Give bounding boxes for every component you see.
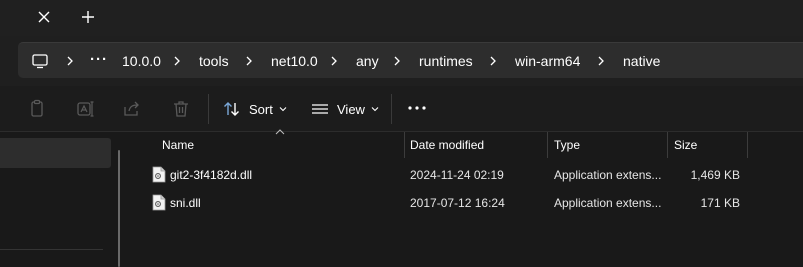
file-name: sni.dll xyxy=(170,196,201,210)
file-date: 2017-07-12 16:24 xyxy=(410,196,505,210)
file-row[interactable]: git2-3f4182d.dll 2024-11-24 02:19 Applic… xyxy=(150,162,803,188)
dll-file-icon xyxy=(152,194,166,211)
breadcrumb-item[interactable]: win-arm64 xyxy=(515,43,580,79)
chevron-right-icon[interactable] xyxy=(66,56,74,66)
dll-file-icon xyxy=(152,166,166,183)
sort-button[interactable]: Sort xyxy=(223,94,287,124)
view-button[interactable]: View xyxy=(311,94,379,124)
chevron-right-icon[interactable] xyxy=(489,56,497,66)
column-separator[interactable] xyxy=(747,132,748,158)
column-name[interactable]: Name xyxy=(162,132,194,158)
command-bar: Sort View xyxy=(0,86,803,132)
column-separator[interactable] xyxy=(547,132,548,158)
breadcrumb-item[interactable]: any xyxy=(356,43,379,79)
column-separator[interactable] xyxy=(667,132,668,158)
file-size: 171 KB xyxy=(700,196,740,210)
address-bar[interactable]: ··· 10.0.0 tools net10.0 any runtimes wi… xyxy=(18,42,803,78)
column-separator[interactable] xyxy=(404,132,405,158)
view-icon xyxy=(312,104,328,114)
chevron-right-icon[interactable] xyxy=(330,56,338,66)
breadcrumb-item[interactable]: net10.0 xyxy=(271,43,318,79)
share-icon[interactable] xyxy=(122,99,142,119)
column-date-modified[interactable]: Date modified xyxy=(410,132,484,158)
more-options-icon[interactable] xyxy=(406,98,428,118)
chevron-down-icon xyxy=(371,107,379,112)
file-size: 1,469 KB xyxy=(690,168,740,182)
breadcrumb-item[interactable]: runtimes xyxy=(419,43,473,79)
breadcrumb-item[interactable]: tools xyxy=(199,43,229,79)
chevron-right-icon[interactable] xyxy=(173,56,181,66)
navigation-pane xyxy=(0,132,120,267)
column-header: Name Date modified Type Size xyxy=(150,129,803,158)
nav-scrollbar[interactable] xyxy=(118,150,120,267)
sort-ascending-icon xyxy=(275,129,285,135)
chevron-right-icon[interactable] xyxy=(597,56,605,66)
breadcrumb-overflow[interactable]: ··· xyxy=(90,43,108,79)
breadcrumb-item-current[interactable]: native xyxy=(623,43,660,79)
breadcrumb-item[interactable]: 10.0.0 xyxy=(122,43,161,79)
delete-icon[interactable] xyxy=(171,99,191,119)
file-type: Application extens... xyxy=(554,168,662,182)
close-tab-icon[interactable] xyxy=(36,9,52,25)
nav-divider xyxy=(0,249,103,250)
sort-icon xyxy=(224,102,239,116)
new-tab-icon[interactable] xyxy=(80,9,96,25)
chevron-right-icon[interactable] xyxy=(393,56,401,66)
nav-item-selected[interactable] xyxy=(0,138,111,168)
address-row: ··· 10.0.0 tools net10.0 any runtimes wi… xyxy=(0,36,803,86)
file-name: git2-3f4182d.dll xyxy=(170,168,253,182)
sort-label: Sort xyxy=(249,101,273,117)
file-type: Application extens... xyxy=(554,196,662,210)
chevron-down-icon xyxy=(279,107,287,112)
column-size[interactable]: Size xyxy=(674,132,697,158)
file-row[interactable]: sni.dll 2017-07-12 16:24 Application ext… xyxy=(150,190,803,216)
tab-strip xyxy=(0,0,803,36)
rename-icon[interactable] xyxy=(76,99,96,119)
column-type[interactable]: Type xyxy=(554,132,580,158)
view-label: View xyxy=(337,101,365,117)
chevron-right-icon[interactable] xyxy=(245,56,253,66)
toolbar-divider xyxy=(391,94,392,124)
file-date: 2024-11-24 02:19 xyxy=(410,168,504,182)
this-pc-icon[interactable] xyxy=(31,52,49,70)
toolbar-divider xyxy=(208,94,209,124)
copy-icon[interactable] xyxy=(27,99,47,119)
